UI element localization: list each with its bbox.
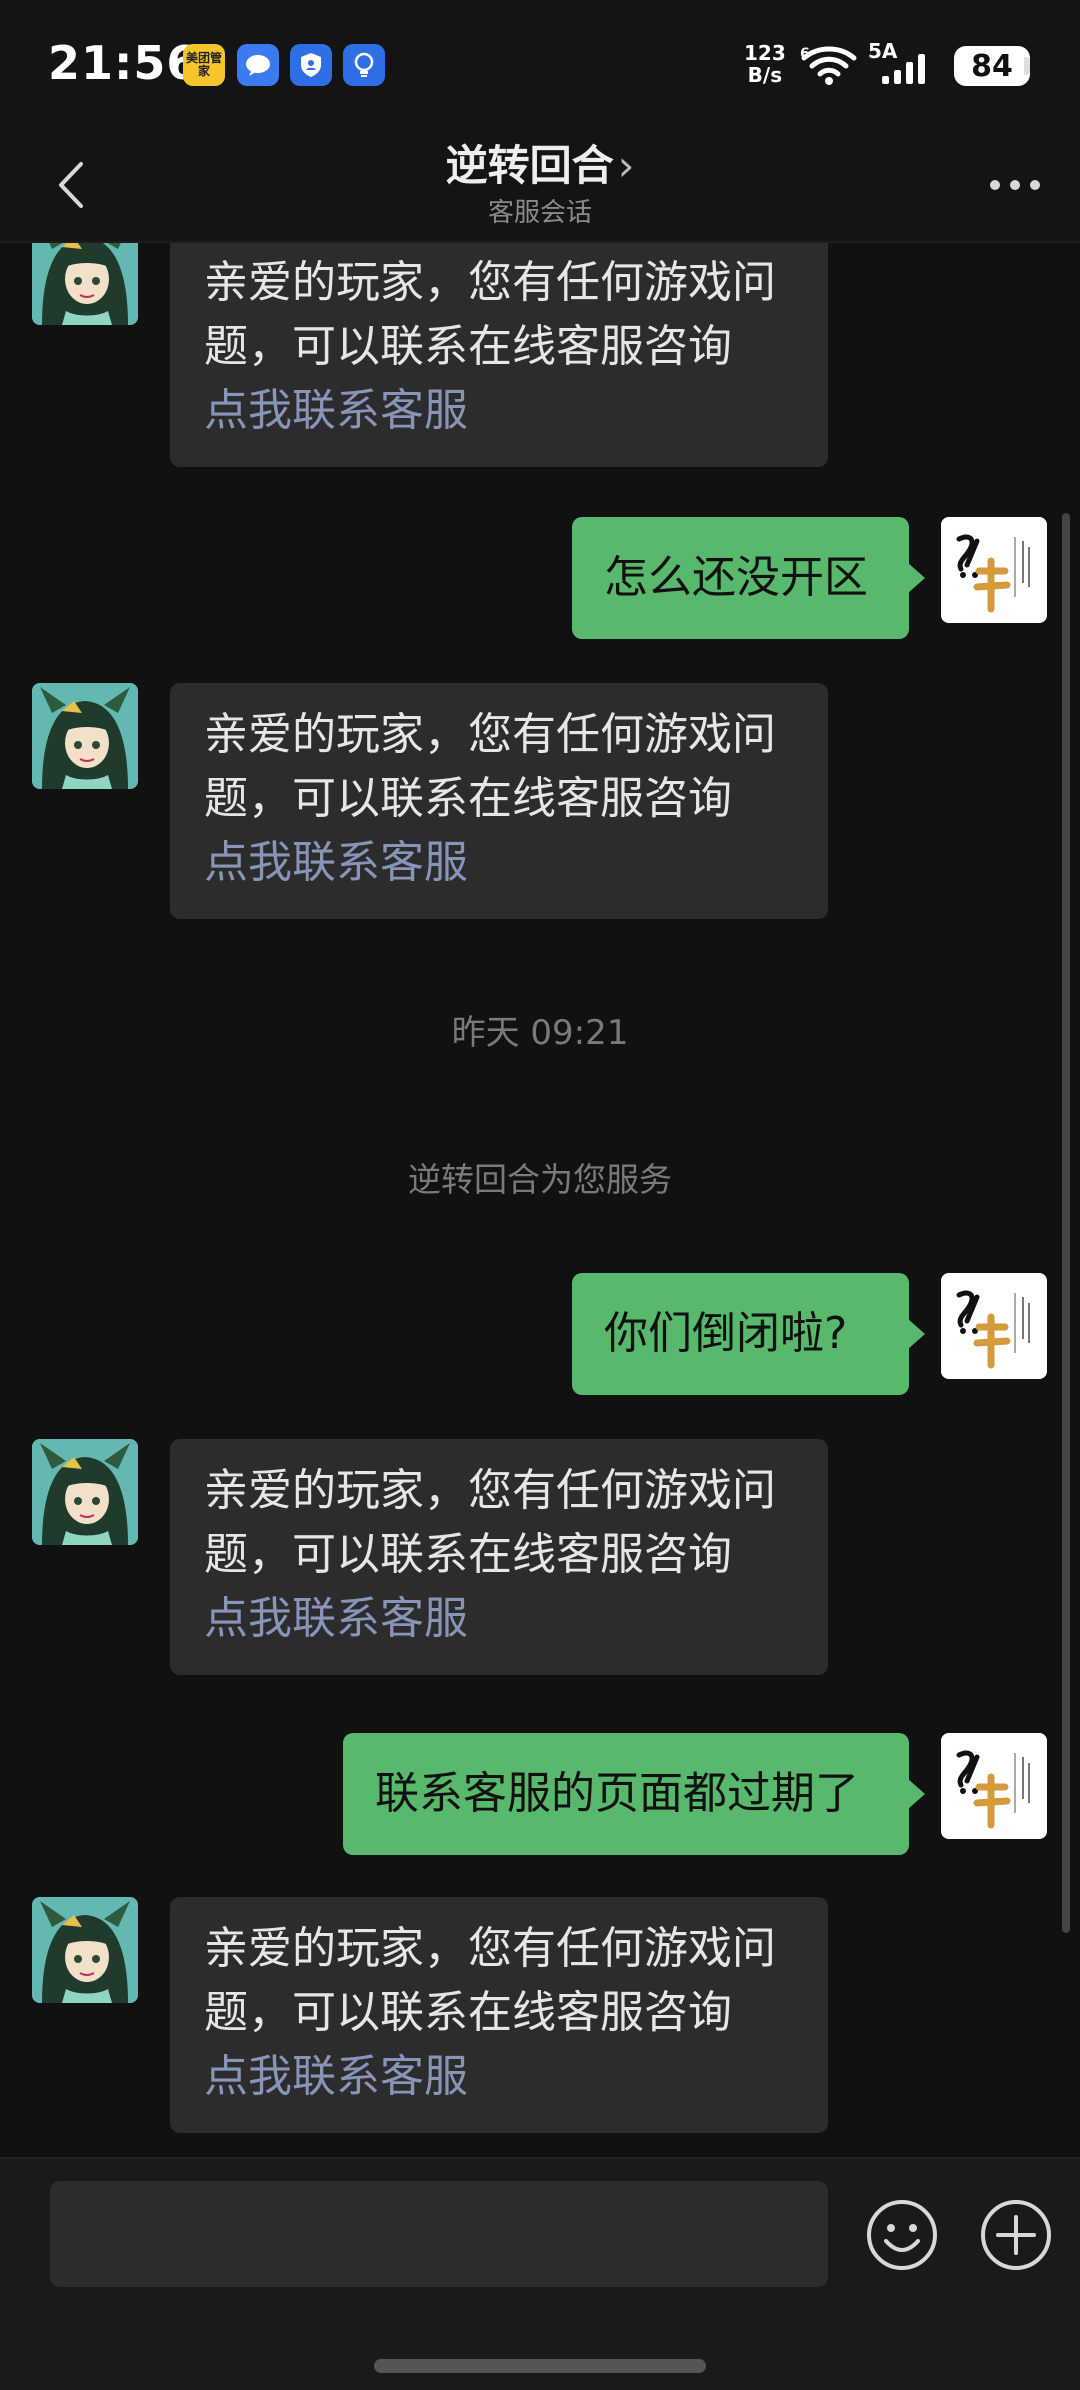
contact-support-link[interactable]: 点我联系客服: [204, 831, 796, 895]
bot-avatar[interactable]: [32, 683, 138, 789]
bulb-app-icon: [343, 44, 385, 86]
shield-app-icon: [290, 44, 332, 86]
message-line: 题，可以联系在线客服咨询: [204, 1529, 732, 1580]
contact-support-link[interactable]: 点我联系客服: [204, 379, 796, 443]
wifi-icon: 6: [800, 44, 858, 90]
bot-message-bubble[interactable]: 亲爱的玩家，您有任何游戏问 题，可以联系在线客服咨询 点我联系客服: [170, 1897, 828, 2133]
svg-text:6: 6: [800, 46, 810, 62]
anime-character-avatar-icon: [32, 1439, 138, 1545]
network-type-label: 5A: [868, 40, 898, 63]
message-line: 亲爱的玩家，您有任何游戏问: [204, 1465, 776, 1516]
home-indicator[interactable]: [374, 2359, 706, 2373]
battery-indicator: 84: [954, 46, 1030, 86]
status-time: 21:56: [48, 36, 200, 90]
bot-message-bubble[interactable]: 亲爱的玩家，您有任何游戏问 题，可以联系在线客服咨询 点我联系客服: [170, 243, 828, 467]
emoji-button[interactable]: [864, 2197, 940, 2273]
system-notice: 逆转回合为您服务: [408, 1160, 672, 1199]
chat-header: 逆转回合› 客服会话: [0, 130, 1080, 243]
more-dots-icon: [990, 180, 1040, 190]
net-speed: 123 B/s: [744, 42, 786, 86]
message-list[interactable]: 亲爱的玩家，您有任何游戏问 题，可以联系在线客服咨询 点我联系客服 怎么还没开区: [0, 243, 1080, 2157]
bot-message-bubble[interactable]: 亲爱的玩家，您有任何游戏问 题，可以联系在线客服咨询 点我联系客服: [170, 683, 828, 919]
meituan-app-icon: 美团管家: [183, 44, 225, 86]
user-avatar[interactable]: [941, 1273, 1047, 1379]
bot-avatar[interactable]: [32, 1439, 138, 1545]
chat-subtitle: 客服会话: [487, 198, 592, 228]
battery-tip: [1024, 57, 1030, 75]
contact-support-link[interactable]: 点我联系客服: [204, 2045, 796, 2109]
user-avatar[interactable]: [941, 1733, 1047, 1839]
bot-message-bubble[interactable]: 亲爱的玩家，您有任何游戏问 题，可以联系在线客服咨询 点我联系客服: [170, 1439, 828, 1675]
anime-character-avatar-icon: [32, 1897, 138, 2003]
bot-avatar[interactable]: [32, 1897, 138, 2003]
anime-character-avatar-icon: [32, 683, 138, 789]
contact-support-link[interactable]: 点我联系客服: [204, 1587, 796, 1651]
user-message-bubble[interactable]: 你们倒闭啦?: [572, 1273, 925, 1395]
chat-title-text: 逆转回合: [445, 141, 614, 190]
scrollbar[interactable]: [1062, 513, 1070, 1933]
plus-button[interactable]: [978, 2197, 1054, 2273]
net-speed-unit: B/s: [747, 63, 783, 87]
title-chevron-icon: ›: [617, 141, 635, 190]
message-input[interactable]: [50, 2181, 828, 2287]
bot-avatar[interactable]: [32, 243, 138, 325]
more-button[interactable]: [980, 160, 1050, 210]
input-bar: [0, 2157, 1080, 2390]
message-line: 亲爱的玩家，您有任何游戏问: [204, 709, 776, 760]
chat-screen: 21:56 美团管家 123 B/s 6 5A 84 逆转回合› 客服会话 亲爱…: [0, 0, 1080, 2390]
message-app-icon: [237, 44, 279, 86]
timestamp: 昨天 09:21: [451, 1013, 629, 1053]
user-message-bubble[interactable]: 怎么还没开区: [572, 517, 925, 639]
calligraphy-logo-icon: [941, 1733, 1047, 1839]
calligraphy-logo-icon: [941, 1273, 1047, 1379]
message-line: 题，可以联系在线客服咨询: [204, 773, 732, 824]
message-line: 亲爱的玩家，您有任何游戏问: [204, 257, 776, 308]
status-bar: 21:56 美团管家 123 B/s 6 5A 84: [0, 0, 1080, 130]
message-line: 题，可以联系在线客服咨询: [204, 1987, 732, 2038]
chat-title[interactable]: 逆转回合›: [0, 132, 1080, 193]
signal-icon: 5A: [866, 39, 942, 92]
plus-icon: [981, 2200, 1051, 2270]
user-message-bubble[interactable]: 联系客服的页面都过期了: [343, 1733, 925, 1855]
anime-character-avatar-icon: [32, 243, 138, 325]
calligraphy-logo-icon: [941, 517, 1047, 623]
message-line: 亲爱的玩家，您有任何游戏问: [204, 1923, 776, 1974]
emoji-icon: [867, 2200, 937, 2270]
message-line: 题，可以联系在线客服咨询: [204, 321, 732, 372]
user-avatar[interactable]: [941, 517, 1047, 623]
net-speed-value: 123: [744, 41, 786, 65]
